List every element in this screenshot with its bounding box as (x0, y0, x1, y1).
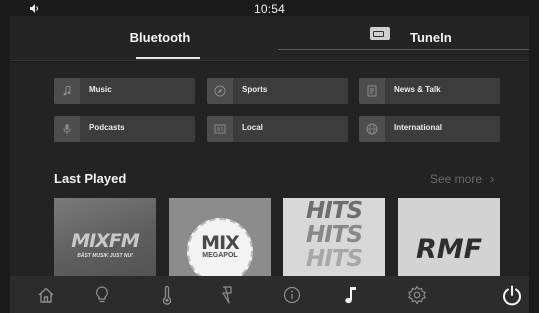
music-note-icon (54, 78, 80, 104)
tab-bluetooth-label: Bluetooth (129, 30, 191, 45)
category-label: Local (242, 123, 263, 132)
station-tile-mix-megapol[interactable]: MIX MEGAPOL (169, 198, 271, 276)
active-tab-indicator (136, 57, 200, 59)
category-news-talk[interactable]: News & Talk (359, 78, 500, 104)
station-logo: MIXFM (71, 230, 140, 252)
category-label: International (394, 123, 443, 132)
station-logo: MIX (201, 232, 240, 254)
station-logo-line: HITS (305, 246, 363, 272)
section-title: Last Played (54, 171, 127, 186)
station-tile-mixfm[interactable]: MIXFM BÄST MUSIK JUST NU! (54, 198, 156, 276)
info-icon[interactable] (272, 276, 312, 313)
station-tile-rmf[interactable]: RMF (398, 198, 500, 276)
settings-gear-icon[interactable] (397, 276, 437, 313)
see-more-link[interactable]: See more (430, 172, 482, 186)
category-sports[interactable]: Sports (207, 78, 348, 104)
category-local[interactable]: Local (207, 116, 348, 142)
microphone-icon (54, 116, 80, 142)
category-label: Sports (242, 85, 268, 94)
category-label: Podcasts (89, 123, 125, 132)
station-tile-hits[interactable]: HITS HITS HITS (283, 198, 385, 276)
tab-tunein[interactable]: TuneIn (366, 16, 516, 49)
radio-card-icon (370, 27, 390, 40)
chevron-right-icon[interactable]: › (490, 171, 494, 186)
station-logo-line: HITS (305, 198, 363, 224)
source-tab-bar: Bluetooth TuneIn (10, 16, 529, 61)
category-label: Music (89, 85, 112, 94)
music-note-icon[interactable] (331, 276, 371, 313)
category-music[interactable]: Music (54, 78, 195, 104)
thermometer-icon[interactable] (147, 276, 187, 313)
station-logo: RMF (415, 234, 483, 265)
clock: 10:54 (253, 2, 286, 16)
charging-icon[interactable] (207, 276, 247, 313)
category-international[interactable]: International (359, 116, 500, 142)
bottom-dock (10, 276, 529, 313)
globe-icon (359, 116, 385, 142)
tab-bluetooth[interactable]: Bluetooth (100, 16, 220, 61)
station-tagline: BÄST MUSIK JUST NU! (77, 253, 133, 259)
tab-divider (278, 49, 529, 50)
home-icon[interactable] (26, 276, 66, 313)
station-logo-badge: MIX MEGAPOL (187, 218, 253, 276)
tab-tunein-label: TuneIn (410, 30, 452, 45)
station-logo-line: HITS (305, 222, 363, 248)
local-icon (207, 116, 233, 142)
lightbulb-icon[interactable] (82, 276, 122, 313)
power-icon[interactable] (492, 276, 532, 313)
browse-panel: Music Sports News & Talk Podcasts Local … (10, 62, 529, 276)
document-icon (359, 78, 385, 104)
status-bar: 10:54 (0, 0, 539, 16)
category-podcasts[interactable]: Podcasts (54, 116, 195, 142)
compass-icon (207, 78, 233, 104)
station-logo-sub: MEGAPOL (202, 252, 238, 259)
category-label: News & Talk (394, 85, 441, 94)
